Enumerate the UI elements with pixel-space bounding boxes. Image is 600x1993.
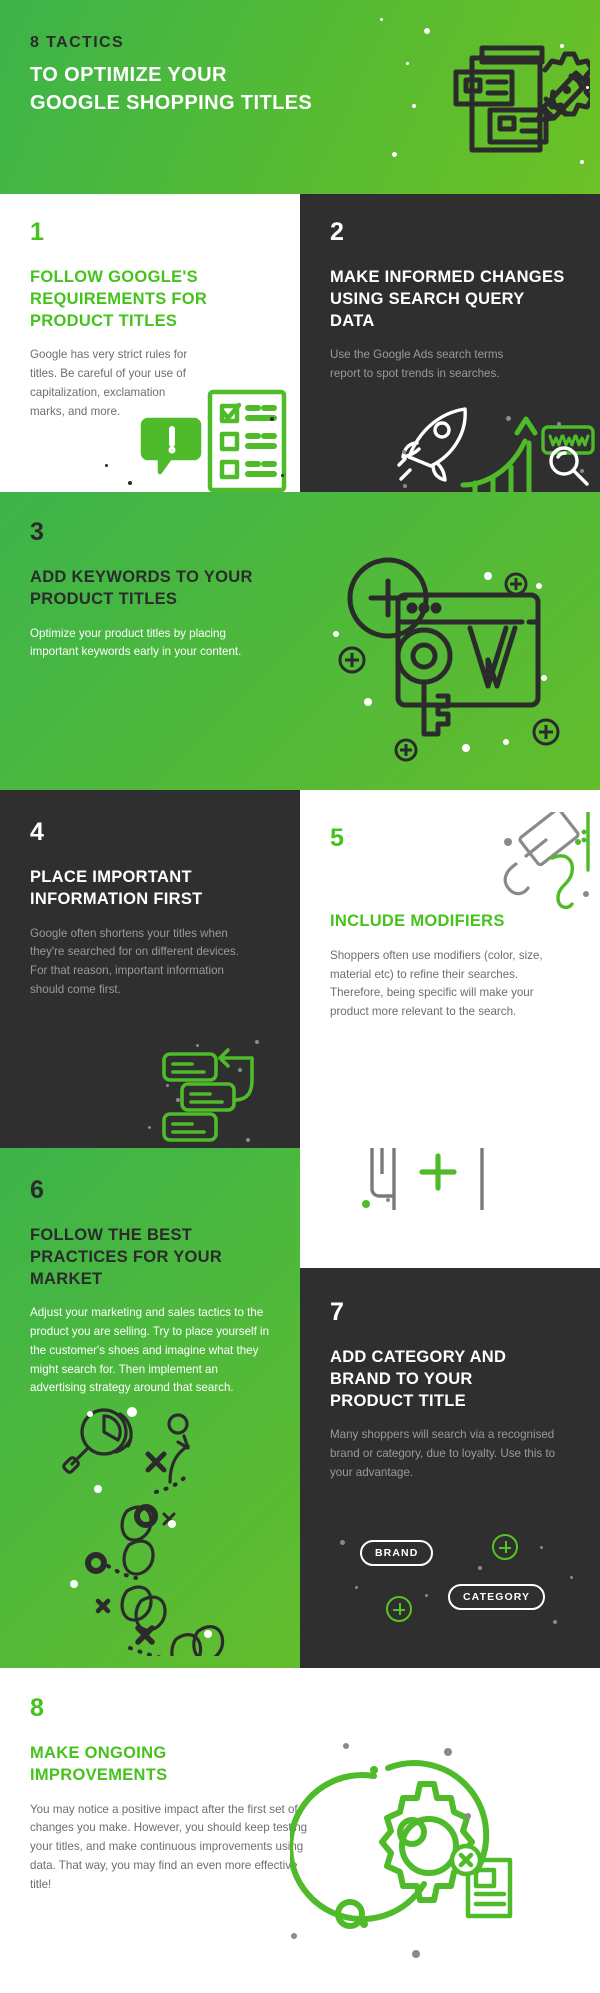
section-4-content: 4 PLACE IMPORTANT INFORMATION FIRST Goog… (0, 790, 300, 1000)
decor-dot (246, 1138, 250, 1142)
section-6-number: 6 (30, 1176, 44, 1204)
decor-dot (403, 484, 407, 488)
band-section-6-7: 6 FOLLOW THE BEST PRACTICES FOR YOUR MAR… (0, 1148, 600, 1668)
decor-dot (425, 1594, 428, 1597)
section-8-number: 8 (30, 1694, 44, 1722)
section-5-body: Shoppers often use modifiers (color, siz… (330, 948, 543, 1019)
section-7-body: Many shoppers will search via a recognis… (330, 1428, 556, 1479)
decor-dot (386, 1198, 390, 1202)
section-2-content: 2 MAKE INFORMED CHANGES USING SEARCH QUE… (300, 194, 600, 384)
section-1-number: 1 (30, 218, 44, 246)
section-card-8: 8 MAKE ONGOING IMPROVEMENTS You may noti… (0, 1668, 600, 1993)
gear-orbit-documents-icon (223, 1695, 590, 1983)
section-card-1: 1 FOLLOW GOOGLE'S REQUIREMENTS FOR PRODU… (0, 194, 300, 492)
section-6-content: 6 FOLLOW THE BEST PRACTICES FOR YOUR MAR… (0, 1148, 300, 1398)
document-gear-pencil-icon (430, 18, 595, 173)
section-card-3: 3 ADD KEYWORDS TO YOUR PRODUCT TITLES Op… (0, 492, 600, 790)
decor-dot (570, 1576, 573, 1579)
decor-dot (412, 104, 416, 108)
header-kicker: 8 TACTICS (30, 34, 125, 51)
header-title-line1: TO OPTIMIZE YOUR (30, 64, 227, 86)
section-3-number: 3 (30, 518, 44, 546)
decor-dot (402, 450, 406, 454)
band-section-1-2: 1 FOLLOW GOOGLE'S REQUIREMENTS FOR PRODU… (0, 194, 600, 492)
section-7-heading: ADD CATEGORY AND BRAND TO YOUR PRODUCT T… (330, 1348, 507, 1410)
decor-dot (553, 1620, 557, 1624)
section-card-2: 2 MAKE INFORMED CHANGES USING SEARCH QUE… (300, 194, 600, 492)
decor-dot (580, 160, 584, 164)
section-8-body: You may notice a positive impact after t… (30, 1802, 308, 1891)
section-4-body: Google often shortens your titles when t… (30, 926, 239, 996)
infographic-root: 8 TACTICS TO OPTIMIZE YOUR GOOGLE SHOPPI… (0, 0, 600, 1993)
section-2-body: Use the Google Ads search terms report t… (330, 348, 504, 381)
decor-dot (166, 1084, 169, 1087)
decor-dot (176, 1098, 180, 1102)
band-section-4-5: 4 PLACE IMPORTANT INFORMATION FIRST Goog… (0, 790, 600, 1530)
section-5-icon-area (300, 1148, 600, 1268)
decor-dot (580, 469, 584, 473)
header-title-line2: GOOGLE SHOPPING TITLES (30, 92, 313, 115)
decor-dot (105, 464, 108, 467)
stacked-cards-plus-icon (360, 1148, 490, 1218)
decor-dot (560, 44, 564, 48)
paint-roller-icon (490, 807, 600, 927)
decor-dot (424, 28, 430, 34)
section-4-number: 4 (30, 818, 44, 846)
decor-dot (238, 1068, 242, 1072)
footprints-path-magnifier-icon (60, 1406, 240, 1668)
decor-dot (340, 1540, 345, 1545)
plus-circle-icon[interactable] (386, 1596, 412, 1622)
decor-dot (281, 474, 284, 477)
header-banner: 8 TACTICS TO OPTIMIZE YOUR GOOGLE SHOPPI… (0, 0, 600, 194)
section-card-4: 4 PLACE IMPORTANT INFORMATION FIRST Goog… (0, 790, 300, 1148)
decor-dot (406, 62, 409, 65)
browser-key-keyword-icon (330, 550, 560, 785)
section-card-7: 7 ADD CATEGORY AND BRAND TO YOUR PRODUCT… (300, 1268, 600, 1668)
section-7-number: 7 (330, 1298, 344, 1326)
section-7-content: 7 ADD CATEGORY AND BRAND TO YOUR PRODUCT… (300, 1268, 600, 1483)
section-2-heading: MAKE INFORMED CHANGES USING SEARCH QUERY… (330, 268, 565, 330)
decor-dot (557, 422, 561, 426)
section-6-heading: FOLLOW THE BEST PRACTICES FOR YOUR MARKE… (30, 1226, 223, 1288)
plus-circle-icon[interactable] (492, 1534, 518, 1560)
section-2-number: 2 (330, 218, 344, 246)
decor-dot (478, 1566, 482, 1570)
decor-dot (380, 18, 383, 21)
decor-dot (355, 1586, 358, 1589)
pill-category[interactable]: CATEGORY (448, 1584, 546, 1610)
checklist-exclamation-icon (130, 384, 300, 492)
section-5-7-right-column: 7 ADD CATEGORY AND BRAND TO YOUR PRODUCT… (300, 1148, 600, 1668)
decor-dot (506, 416, 511, 421)
decor-dot (540, 1546, 543, 1549)
rocket-growth-chart-www-search-icon (395, 399, 595, 492)
decor-dot (270, 417, 274, 421)
header-text-block: 8 TACTICS TO OPTIMIZE YOUR GOOGLE SHOPPI… (30, 34, 312, 118)
decor-dot (255, 1040, 259, 1044)
decor-dot (586, 86, 589, 89)
decor-dot (148, 1126, 151, 1129)
decor-dot (128, 481, 132, 485)
decor-dot (196, 1044, 199, 1047)
section-6-body: Adjust your marketing and sales tactics … (30, 1306, 270, 1395)
section-8-heading: MAKE ONGOING IMPROVEMENTS (30, 1744, 168, 1784)
section-card-6: 6 FOLLOW THE BEST PRACTICES FOR YOUR MAR… (0, 1148, 300, 1668)
decor-dot (392, 152, 397, 157)
section-1-heading: FOLLOW GOOGLE'S REQUIREMENTS FOR PRODUCT… (30, 268, 208, 330)
section-3-body: Optimize your product titles by placing … (30, 626, 242, 659)
section-4-heading: PLACE IMPORTANT INFORMATION FIRST (30, 868, 203, 908)
pill-brand[interactable]: BRAND (360, 1540, 434, 1566)
reorder-list-arrow-icon (160, 1038, 265, 1148)
section-3-heading: ADD KEYWORDS TO YOUR PRODUCT TITLES (30, 568, 253, 608)
